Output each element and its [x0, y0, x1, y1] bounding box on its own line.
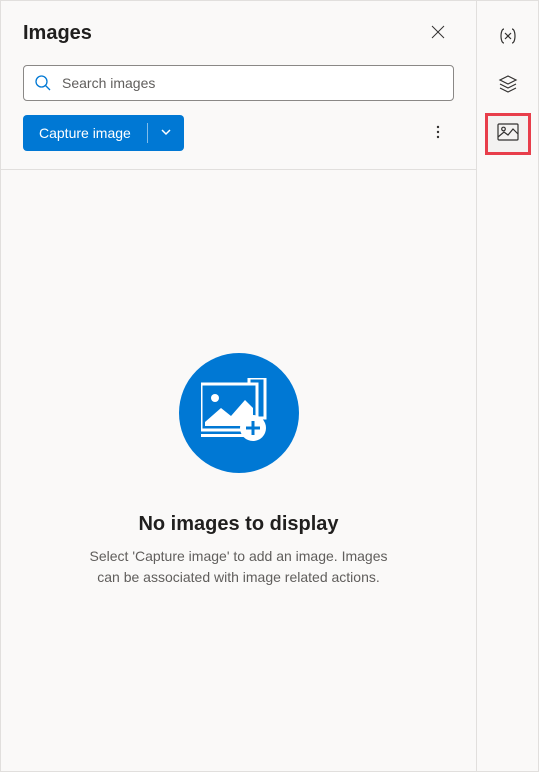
- toolbar: Capture image: [1, 115, 476, 169]
- panel-header: Images: [1, 1, 476, 57]
- search-box[interactable]: [23, 65, 454, 101]
- image-add-icon: [201, 378, 277, 449]
- rail-item-variables[interactable]: [485, 17, 531, 59]
- capture-image-button[interactable]: Capture image: [23, 115, 147, 151]
- close-button[interactable]: [422, 17, 454, 49]
- search-container: [1, 57, 476, 115]
- more-vertical-icon: [430, 124, 446, 143]
- images-panel: Images Capture image: [0, 0, 477, 772]
- capture-image-dropdown[interactable]: [148, 115, 184, 151]
- empty-state-title: No images to display: [138, 513, 338, 536]
- chevron-down-icon: [160, 126, 172, 141]
- empty-state-illustration: [179, 353, 299, 473]
- search-input[interactable]: [62, 75, 443, 91]
- side-rail: [477, 0, 539, 772]
- image-icon: [497, 123, 519, 146]
- more-options-button[interactable]: [422, 117, 454, 149]
- content-area: No images to display Select 'Capture ima…: [1, 169, 476, 771]
- close-icon: [431, 25, 445, 42]
- panel-title: Images: [23, 22, 92, 45]
- rail-item-layers[interactable]: [485, 65, 531, 107]
- layers-icon: [498, 74, 518, 99]
- search-icon: [34, 74, 52, 92]
- rail-item-images[interactable]: [485, 113, 531, 155]
- capture-image-split-button[interactable]: Capture image: [23, 115, 184, 151]
- variables-icon: [498, 26, 518, 51]
- empty-state-description: Select 'Capture image' to add an image. …: [79, 546, 399, 588]
